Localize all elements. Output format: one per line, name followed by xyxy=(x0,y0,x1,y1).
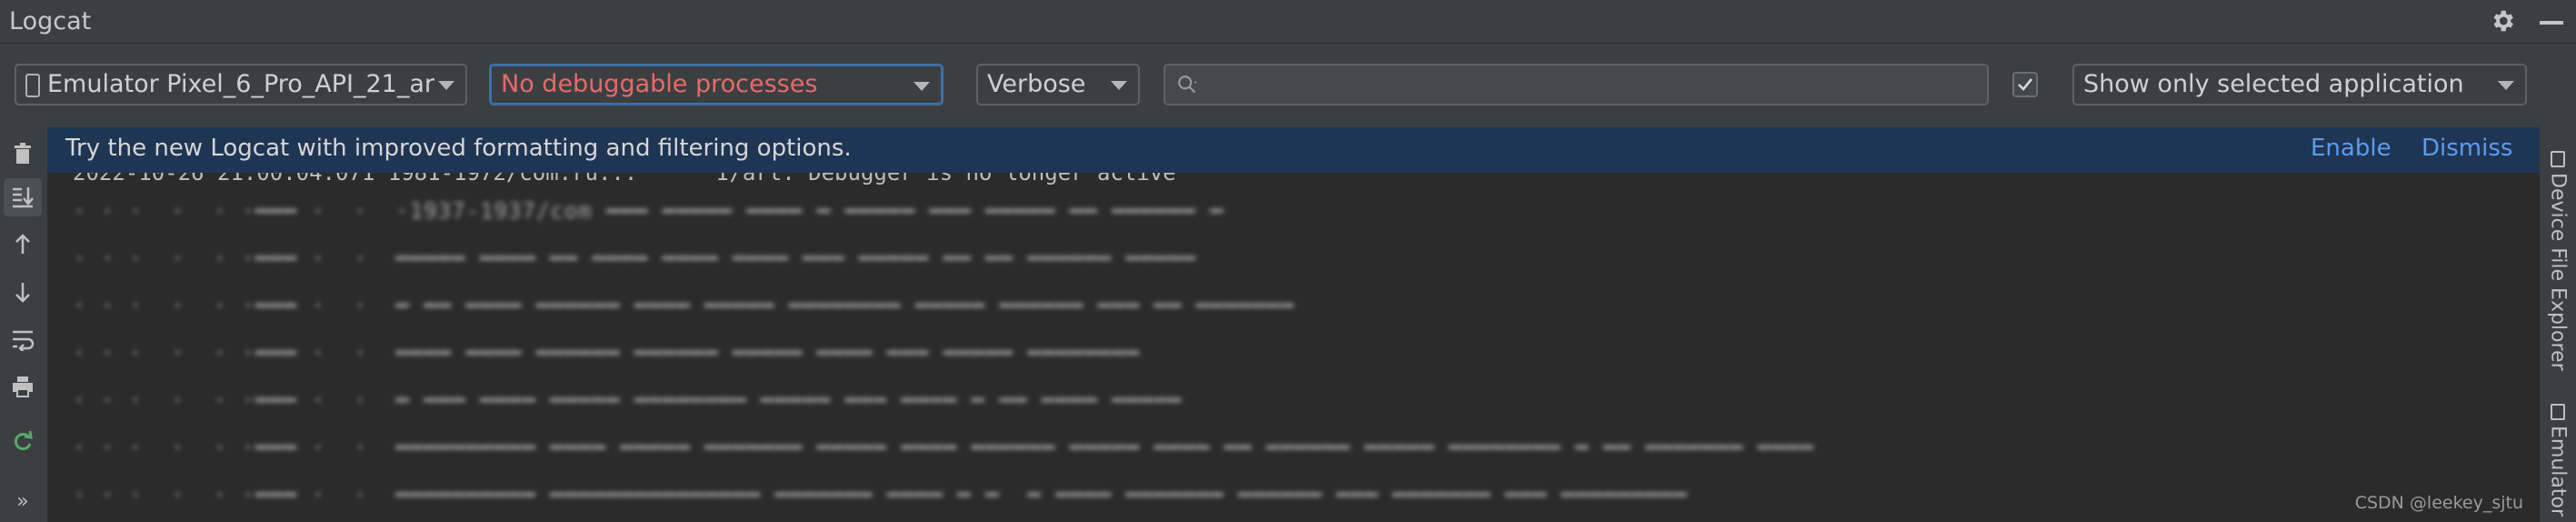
log-line: · · · · · ·━━━ · · ━━━━━ ━━━━ ━━ ━━━━ ━━… xyxy=(73,246,1196,271)
right-tool-strip: Device File Explorer Emulator xyxy=(2540,127,2576,522)
next-occurrence-button[interactable] xyxy=(4,273,42,311)
arrow-up-icon xyxy=(15,234,30,254)
panel-title: Logcat xyxy=(9,7,92,35)
dismiss-link[interactable]: Dismiss xyxy=(2421,135,2512,162)
log-line: · · · · · ·━━━ · · ━━━━━━━━━━ ━━━━━━━━━━… xyxy=(73,482,1688,507)
logcat-title-bar: Logcat xyxy=(0,0,2576,44)
scroll-to-end-button[interactable] xyxy=(4,178,42,216)
process-selector-label: No debuggable processes xyxy=(501,70,818,98)
title-bar-actions xyxy=(2489,7,2563,35)
restart-icon xyxy=(14,430,33,450)
chevron-down-icon xyxy=(438,81,454,90)
clear-logcat-button[interactable] xyxy=(4,135,42,173)
process-selector[interactable]: No debuggable processes xyxy=(489,64,944,105)
emulator-icon xyxy=(2551,404,2565,420)
search-icon xyxy=(1178,75,1197,94)
app-filter-label: Show only selected application xyxy=(2083,70,2464,98)
soft-wrap-icon xyxy=(13,330,35,351)
log-output[interactable]: 2022-10-26 21:00:04.071 1981-1972/com.ru… xyxy=(47,173,2540,522)
device-selector-label: Emulator Pixel_6_Pro_API_21_ar xyxy=(47,70,434,98)
left-toolbar: » xyxy=(0,127,47,522)
phone-icon xyxy=(2551,151,2565,167)
device-file-explorer-label: Device File Explorer xyxy=(2546,173,2570,371)
banner-message: Try the new Logcat with improved formatt… xyxy=(65,135,852,162)
phone-icon xyxy=(25,73,40,97)
log-line: · · · · · ·━━━ · · ·1937-1937/com ━━━ ━━… xyxy=(73,198,1224,224)
checkmark-icon xyxy=(2018,78,2033,91)
emulator-label: Emulator xyxy=(2546,426,2570,517)
enable-link[interactable]: Enable xyxy=(2311,135,2391,162)
print-button[interactable] xyxy=(4,367,42,406)
print-icon xyxy=(13,376,33,397)
more-tools-button[interactable]: » xyxy=(4,482,42,520)
scroll-to-end-icon xyxy=(13,187,34,208)
chevron-down-icon xyxy=(2498,81,2514,90)
regex-checkbox[interactable] xyxy=(2012,72,2038,97)
app-filter-selector[interactable]: Show only selected application xyxy=(2072,64,2527,105)
log-level-label: Verbose xyxy=(987,70,1086,98)
more-icon: » xyxy=(16,489,29,513)
device-selector[interactable]: Emulator Pixel_6_Pro_API_21_ar xyxy=(15,64,467,105)
log-level-selector[interactable]: Verbose xyxy=(976,64,1140,105)
log-line: · · · · · ·━━━ · · ━━━━ ━━━━ ━━━━━━ ━━━━… xyxy=(73,340,1141,366)
log-line: · · · · · ·━━━ · · ━ ━━━ ━━━━ ━━━━━ ━━━━… xyxy=(73,387,1183,413)
device-file-explorer-tab[interactable]: Device File Explorer xyxy=(2540,151,2576,371)
log-line: · · · · · ·━━━ · · ━━━━━━━━━━ ━━━━ ━━━━━… xyxy=(73,435,1814,460)
emulator-tab[interactable]: Emulator xyxy=(2540,404,2576,517)
logcat-toolbar: Emulator Pixel_6_Pro_API_21_ar No debugg… xyxy=(0,44,2576,127)
search-input[interactable] xyxy=(1163,64,1989,105)
minimize-icon[interactable] xyxy=(2540,21,2563,25)
chevron-down-icon xyxy=(1111,81,1127,90)
chevron-down-icon xyxy=(914,82,930,91)
log-line: · · · · · ·━━━ · · ━ ━━ ━━━━ ━━━━━━ ━━━━… xyxy=(73,293,1295,318)
restart-logcat-button[interactable] xyxy=(4,422,42,460)
gear-icon[interactable] xyxy=(2489,7,2516,35)
log-line: 2022-10-26 21:00:04.071 1981-1972/com.ru… xyxy=(73,173,1176,186)
arrow-down-icon xyxy=(15,283,30,303)
watermark: CSDN @leekey_sjtu xyxy=(2354,493,2523,513)
soft-wrap-button[interactable] xyxy=(4,320,42,358)
new-logcat-banner: Try the new Logcat with improved formatt… xyxy=(47,127,2540,173)
previous-occurrence-button[interactable] xyxy=(4,226,42,264)
trash-icon xyxy=(15,143,31,164)
